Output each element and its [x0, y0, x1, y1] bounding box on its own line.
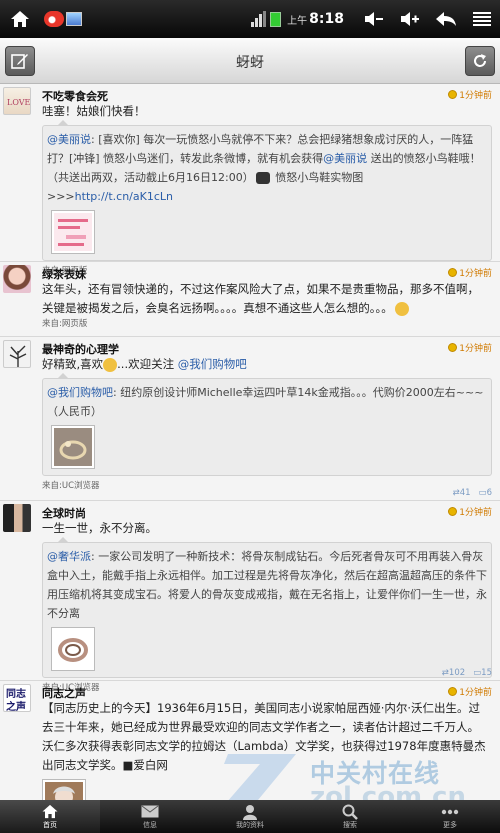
retweet-text: @奢华派: 一家公司发明了一种新技术：将骨灰制成钻石。今后死者骨灰可不用再装入骨… [47, 550, 487, 620]
refresh-button[interactable] [465, 46, 495, 76]
emoticon-icon [255, 172, 270, 184]
refresh-icon [474, 54, 486, 67]
mention-link[interactable]: @我们购物吧 [47, 386, 113, 399]
avatar[interactable]: LOVE [3, 87, 31, 115]
status-bar: 上午 8:18 [0, 0, 500, 38]
avatar[interactable] [3, 265, 31, 293]
retweet-box[interactable]: @我们购物吧: 纽约原创设计师Michelle幸运四叶草14k金戒指。。。代购价… [42, 373, 492, 476]
user-name[interactable]: 同志之声 [42, 681, 500, 700]
post-text: 一生一世，永不分离。 [42, 521, 157, 535]
post-text: 这年头，还有冒领快递的，不过这作案风险大了点，如果不是贵重物品，那多不值啊，关键… [42, 282, 479, 316]
mention-link[interactable]: @奢华派 [47, 550, 91, 563]
search-icon [342, 804, 358, 820]
list-item[interactable]: 绿茶表妹 1分钟前 这年头，还有冒领快递的，不过这作案风险大了点，如果不是贵重物… [0, 262, 500, 337]
back-icon[interactable] [428, 0, 464, 38]
svg-text:LOVE: LOVE [7, 98, 31, 107]
title-bar: 蚜蚜 [0, 38, 500, 84]
clock-icon [448, 687, 458, 696]
user-name[interactable]: 绿茶表妹 [42, 262, 500, 281]
tab-more[interactable]: 更多 [400, 800, 500, 833]
post-time: 1分钟前 [448, 88, 492, 101]
page-title: 蚜蚜 [236, 55, 264, 71]
mail-icon [141, 805, 159, 818]
volume-up-icon[interactable] [392, 0, 428, 38]
bottom-nav: 首页 信息 我的资料 搜索 更多 [0, 800, 500, 833]
tab-messages[interactable]: 信息 [100, 800, 200, 833]
svg-text:之声: 之声 [6, 700, 26, 712]
user-icon [243, 804, 257, 820]
home-icon[interactable] [0, 0, 40, 38]
retweet-text: @美丽说: [喜欢你] 每次一玩愤怒小鸟就停不下来？总会把绿猪想象成讨厌的人，一… [47, 133, 481, 203]
tab-profile[interactable]: 我的资料 [200, 800, 300, 833]
list-item[interactable]: LOVE 不吃零食会死 1分钟前 哇塞！姑娘们快看！ @美丽说: [喜欢你] 每… [0, 84, 500, 276]
signal-icon [251, 11, 267, 27]
clock-icon [448, 507, 458, 516]
post-thumbnail[interactable] [42, 779, 86, 800]
user-name[interactable]: 不吃零食会死 [42, 84, 500, 103]
post-text: 哇塞！姑娘们快看！ [42, 104, 146, 118]
list-item[interactable]: 最神奇的心理学 1分钟前 好精致,喜欢 ...欢迎关注 @我们购物吧 @我们购物吧… [0, 337, 500, 501]
timeline-feed[interactable]: LOVE 不吃零食会死 1分钟前 哇塞！姑娘们快看！ @美丽说: [喜欢你] 每… [0, 84, 500, 800]
tab-home[interactable]: 首页 [0, 800, 100, 833]
clock-icon [448, 268, 458, 277]
menu-icon[interactable] [464, 0, 500, 38]
post-text: 好精致,喜欢 ...欢迎关注 @我们购物吧 [42, 357, 247, 372]
weibo-icon [44, 11, 64, 27]
volume-down-icon[interactable] [356, 0, 392, 38]
more-icon [441, 809, 459, 814]
emoticon-icon [394, 301, 409, 316]
tab-search[interactable]: 搜索 [300, 800, 400, 833]
retweet-box[interactable]: @奢华派: 一家公司发明了一种新技术：将骨灰制成钻石。今后死者骨灰可不用再装入骨… [42, 537, 492, 678]
am-pm-label: 上午 [287, 15, 308, 27]
repost-count[interactable]: ⇄102 [442, 668, 465, 678]
clock-icon [448, 343, 458, 352]
clock-icon [448, 90, 458, 99]
retweet-text: @我们购物吧: 纽约原创设计师Michelle幸运四叶草14k金戒指。。。代购价… [47, 386, 484, 418]
notification-icons [44, 11, 82, 27]
avatar[interactable] [3, 504, 31, 532]
mention-link[interactable]: @美丽说 [47, 133, 91, 146]
post-time: 1分钟前 [448, 685, 492, 698]
post-time: 1分钟前 [448, 505, 492, 518]
post-counts: ⇄102 ▭15 [442, 668, 492, 678]
picture-icon [66, 12, 82, 26]
battery-icon [270, 11, 282, 27]
emoticon-icon [103, 357, 118, 372]
user-name[interactable]: 最神奇的心理学 [42, 337, 500, 356]
user-name[interactable]: 全球时尚 [42, 501, 500, 520]
repost-count[interactable]: ⇄41 [453, 488, 471, 498]
post-counts: ⇄41 ▭6 [453, 488, 492, 498]
home-icon [42, 804, 58, 819]
list-item[interactable]: 同志 之声 同志之声 1分钟前 【同志历史上的今天】1936年6月15日，美国同志… [0, 681, 500, 800]
retweet-thumbnail[interactable] [51, 627, 95, 671]
source-label: 来自:网页版 [42, 319, 88, 329]
retweet-thumbnail[interactable] [51, 425, 95, 469]
avatar[interactable] [3, 340, 31, 368]
mention-link[interactable]: @我们购物吧 [178, 357, 247, 371]
source-label: 来自:UC浏览器 [42, 481, 100, 491]
svg-text:同志: 同志 [6, 687, 26, 700]
post-text: 【同志历史上的今天】1936年6月15日，美国同志小说家帕屈西娅·内尔·沃仁出生… [42, 701, 486, 772]
retweet-box[interactable]: @美丽说: [喜欢你] 每次一玩愤怒小鸟就停不下来？总会把绿猪想象成讨厌的人，一… [42, 120, 492, 261]
comment-count[interactable]: ▭15 [473, 668, 492, 678]
post-time: 1分钟前 [448, 341, 492, 354]
retweet-thumbnail[interactable] [51, 210, 95, 254]
list-item[interactable]: 全球时尚 1分钟前 一生一世，永不分离。 @奢华派: 一家公司发明了一种新技术：… [0, 501, 500, 693]
post-time: 1分钟前 [448, 266, 492, 279]
comment-count[interactable]: ▭6 [479, 488, 492, 498]
avatar[interactable]: 同志 之声 [3, 684, 31, 712]
clock: 8:18 [309, 11, 344, 27]
url-link[interactable]: http://t.cn/aK1cLn [75, 190, 173, 203]
